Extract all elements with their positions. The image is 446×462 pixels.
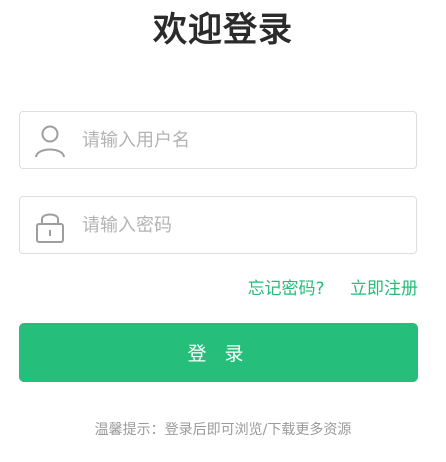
login-button[interactable]: 登 录	[19, 323, 418, 382]
username-field-container	[19, 111, 417, 169]
forgot-password-link[interactable]: 忘记密码?	[248, 279, 325, 299]
username-input[interactable]	[82, 112, 402, 168]
page-title: 欢迎登录	[153, 10, 293, 50]
password-field-container	[19, 196, 417, 254]
login-tip: 温馨提示：登录后即可浏览/下载更多资源	[94, 422, 352, 438]
auth-links: 忘记密码? 立即注册	[248, 278, 418, 300]
user-icon	[35, 125, 65, 158]
register-link[interactable]: 立即注册	[350, 279, 418, 299]
password-input[interactable]	[82, 197, 402, 253]
lock-icon	[36, 213, 64, 243]
